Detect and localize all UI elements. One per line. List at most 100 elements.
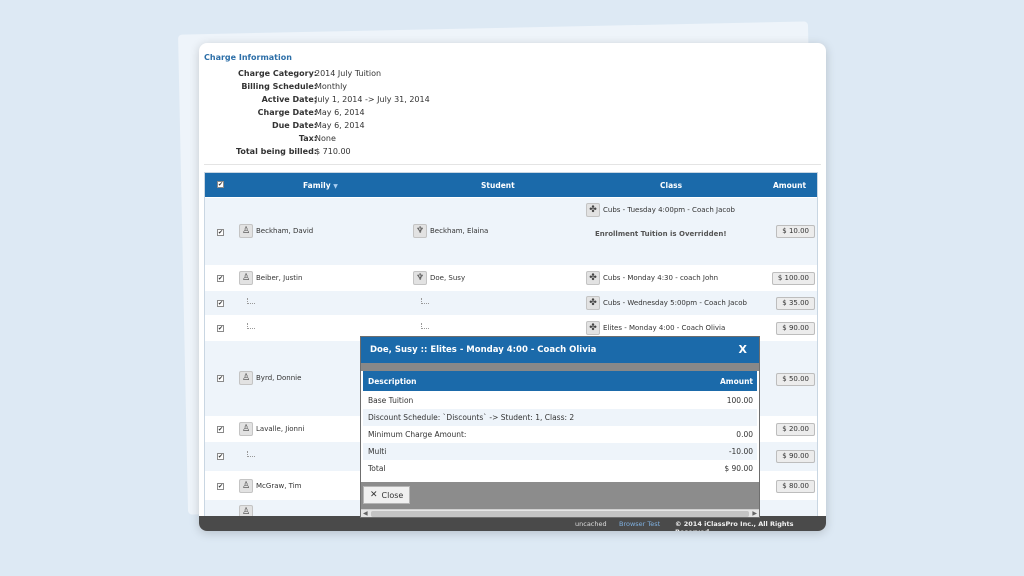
dialog-title: Doe, Susy :: Elites - Monday 4:00 - Coac… bbox=[370, 345, 597, 355]
info-value: 2014 July Tuition bbox=[315, 69, 382, 78]
column-family[interactable]: Family ▼ bbox=[303, 181, 338, 190]
row-checkbox[interactable]: ✔ bbox=[217, 453, 224, 460]
class-name: Elites - Monday 4:00 - Coach Olivia bbox=[603, 324, 726, 332]
family-cell[interactable]: ♙ Beiber, Justin bbox=[239, 271, 302, 285]
status-footer: uncached Browser Test © 2014 iClassPro I… bbox=[199, 516, 826, 531]
info-value: May 6, 2014 bbox=[315, 108, 365, 117]
amount-button[interactable]: $ 50.00 bbox=[776, 373, 815, 386]
amount-button[interactable]: $ 100.00 bbox=[771, 272, 815, 285]
family-name: Byrd, Donnie bbox=[256, 374, 302, 382]
amount-button[interactable]: $ 80.00 bbox=[776, 480, 815, 493]
detail-amount: 0.00 bbox=[736, 430, 753, 439]
student-icon: ♆ bbox=[413, 271, 427, 285]
row-checkbox[interactable]: ✔ bbox=[217, 426, 224, 433]
divider bbox=[204, 164, 821, 165]
student-name: Beckham, Elaina bbox=[430, 227, 489, 235]
class-cell[interactable]: ✤ Cubs - Wednesday 5:00pm - Coach Jacob bbox=[586, 296, 747, 310]
student-cell[interactable]: ♆ Beckham, Elaina bbox=[413, 224, 488, 238]
family-name: Lavalle, Jionni bbox=[256, 425, 305, 433]
charge-detail-dialog: Doe, Susy :: Elites - Monday 4:00 - Coac… bbox=[360, 336, 760, 518]
table-row: ✔ ♙ Beckham, David ♆ Beckham, Elaina ✤ Cubs… bbox=[205, 197, 817, 265]
detail-description: Total bbox=[368, 464, 386, 473]
info-row-total: Total being billed: $ 710.00 bbox=[199, 147, 351, 159]
class-icon: ✤ bbox=[586, 321, 600, 335]
family-cell[interactable]: ♙ Lavalle, Jionni bbox=[239, 422, 304, 436]
close-button[interactable]: ✕ Close bbox=[363, 486, 411, 504]
dialog-footer: ✕ Close bbox=[361, 482, 759, 509]
close-icon: ✕ bbox=[370, 490, 378, 500]
info-value: $ 710.00 bbox=[315, 147, 351, 156]
student-icon: ♆ bbox=[413, 224, 427, 238]
class-cell[interactable]: ✤ Cubs - Monday 4:30 - coach John bbox=[586, 271, 718, 285]
info-row-active-date: Active Date: July 1, 2014 -> July 31, 20… bbox=[199, 95, 430, 107]
column-student[interactable]: Student bbox=[481, 181, 515, 190]
amount-button[interactable]: $ 35.00 bbox=[776, 297, 815, 310]
scroll-thumb[interactable] bbox=[371, 511, 749, 517]
row-checkbox[interactable]: ✔ bbox=[217, 300, 224, 307]
info-value: July 1, 2014 -> July 31, 2014 bbox=[315, 95, 430, 104]
detail-description: Base Tuition bbox=[368, 396, 414, 405]
family-name: Beckham, David bbox=[256, 227, 314, 235]
close-icon[interactable]: X bbox=[739, 343, 747, 356]
info-label: Charge Category: bbox=[238, 69, 317, 78]
info-row-charge-date: Charge Date: May 6, 2014 bbox=[199, 108, 365, 120]
column-class[interactable]: Class bbox=[660, 181, 682, 190]
info-row-schedule: Billing Schedule: Monthly bbox=[199, 82, 347, 94]
column-amount[interactable]: Amount bbox=[773, 181, 806, 190]
column-family-label: Family bbox=[303, 181, 331, 190]
class-icon: ✤ bbox=[586, 296, 600, 310]
copyright: © 2014 iClassPro Inc., All Rights Reserv… bbox=[675, 520, 794, 531]
family-name: Beiber, Justin bbox=[256, 274, 303, 282]
amount-button[interactable]: $ 20.00 bbox=[776, 423, 815, 436]
detail-row: Discount Schedule: `Discounts` -> Studen… bbox=[363, 409, 757, 426]
tree-branch bbox=[247, 451, 255, 457]
scroll-right-icon[interactable]: ▶ bbox=[752, 510, 757, 517]
student-cell[interactable]: ♆ Doe, Susy bbox=[413, 271, 465, 285]
class-icon: ✤ bbox=[586, 271, 600, 285]
family-cell[interactable]: ♙ Byrd, Donnie bbox=[239, 371, 301, 385]
class-name: Cubs - Wednesday 5:00pm - Coach Jacob bbox=[603, 299, 747, 307]
table-header: ✔ Family ▼ Student Class Amount bbox=[205, 173, 817, 197]
dialog-toolbar bbox=[361, 363, 759, 371]
tree-branch bbox=[247, 298, 255, 304]
detail-row: Total $ 90.00 bbox=[363, 460, 757, 477]
info-row-tax: Tax: None bbox=[199, 134, 336, 146]
family-icon: ♙ bbox=[239, 224, 253, 238]
row-checkbox[interactable]: ✔ bbox=[217, 229, 224, 236]
browser-test-link[interactable]: Browser Test bbox=[619, 520, 660, 528]
row-checkbox[interactable]: ✔ bbox=[217, 483, 224, 490]
class-cell[interactable]: ✤ Cubs - Tuesday 4:00pm - Coach Jacob bbox=[586, 203, 735, 217]
row-checkbox[interactable]: ✔ bbox=[217, 375, 224, 382]
family-icon: ♙ bbox=[239, 371, 253, 385]
family-cell[interactable]: ♙ McGraw, Tim bbox=[239, 479, 301, 493]
info-label: Due Date: bbox=[271, 121, 317, 130]
row-checkbox[interactable]: ✔ bbox=[217, 325, 224, 332]
detail-row: Multi -10.00 bbox=[363, 443, 757, 460]
family-cell[interactable]: ♙ Beckham, David bbox=[239, 224, 313, 238]
table-row: ✔ ♙ Beiber, Justin ♆ Doe, Susy ✤ Cubs - Mon… bbox=[205, 265, 817, 290]
class-name: Cubs - Tuesday 4:00pm - Coach Jacob bbox=[603, 206, 735, 214]
info-row-category: Charge Category: 2014 July Tuition bbox=[199, 69, 381, 81]
select-all-checkbox[interactable]: ✔ bbox=[217, 181, 224, 188]
amount-button[interactable]: $ 10.00 bbox=[776, 225, 815, 238]
dialog-header: Doe, Susy :: Elites - Monday 4:00 - Coac… bbox=[361, 337, 759, 363]
tree-branch bbox=[421, 298, 429, 304]
close-button-label: Close bbox=[381, 490, 404, 500]
detail-amount: 100.00 bbox=[726, 396, 753, 405]
detail-description: Minimum Charge Amount: bbox=[368, 430, 467, 439]
cache-status: uncached bbox=[575, 520, 607, 528]
amount-button[interactable]: $ 90.00 bbox=[776, 322, 815, 335]
detail-amount: -10.00 bbox=[728, 447, 753, 456]
row-checkbox[interactable]: ✔ bbox=[217, 275, 224, 282]
horizontal-scrollbar[interactable]: ◀ ▶ bbox=[361, 509, 759, 517]
family-icon: ♙ bbox=[239, 479, 253, 493]
class-name: Cubs - Monday 4:30 - coach John bbox=[603, 274, 719, 282]
tree-branch bbox=[421, 323, 429, 329]
detail-row: Minimum Charge Amount: 0.00 bbox=[363, 426, 757, 443]
column-description: Description bbox=[368, 377, 417, 386]
scroll-left-icon[interactable]: ◀ bbox=[363, 510, 368, 517]
class-cell[interactable]: ✤ Elites - Monday 4:00 - Coach Olivia bbox=[586, 321, 725, 335]
amount-button[interactable]: $ 90.00 bbox=[776, 450, 815, 463]
family-icon: ♙ bbox=[239, 422, 253, 436]
info-label: Tax: bbox=[298, 134, 317, 143]
